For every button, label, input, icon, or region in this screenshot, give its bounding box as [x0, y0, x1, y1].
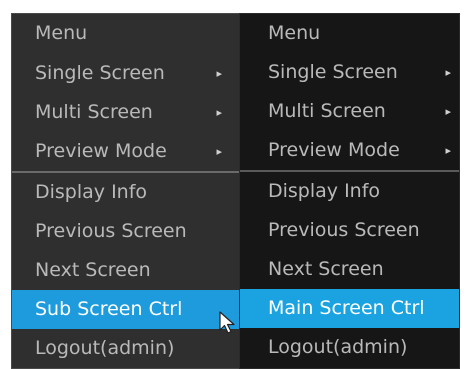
menu-item-multi-screen[interactable]: Multi Screen ▸ [12, 93, 240, 132]
menu-item-label: Preview Mode [35, 140, 167, 162]
menu-item-main-screen-ctrl[interactable]: Main Screen Ctrl [240, 289, 459, 328]
menu-item-label: Main Screen Ctrl [268, 297, 425, 319]
menu-item-label: Multi Screen [35, 101, 153, 123]
menu-item-label: Display Info [35, 181, 148, 203]
submenu-arrow-icon: ▸ [445, 66, 451, 79]
menu-item-label: Sub Screen Ctrl [35, 298, 183, 320]
menu-item-display-info[interactable]: Display Info [12, 173, 240, 212]
menu-item-multi-screen[interactable]: Multi Screen ▸ [240, 92, 459, 131]
menu-item-label: Next Screen [268, 258, 384, 280]
menu-item-label: Preview Mode [268, 139, 400, 161]
menu-item-sub-screen-ctrl[interactable]: Sub Screen Ctrl [12, 290, 240, 329]
menu-item-menu[interactable]: Menu [12, 14, 240, 54]
menu-item-label: Logout(admin) [268, 336, 408, 358]
menu-item-single-screen[interactable]: Single Screen ▸ [12, 54, 240, 93]
menu-item-next-screen[interactable]: Next Screen [240, 250, 459, 289]
menu-item-logout[interactable]: Logout(admin) [240, 328, 459, 367]
menu-item-single-screen[interactable]: Single Screen ▸ [240, 53, 459, 92]
menu-item-label: Next Screen [35, 259, 151, 281]
menu-item-menu[interactable]: Menu [240, 14, 459, 53]
mouse-pointer-icon [219, 311, 235, 334]
left-context-menu: Menu Single Screen ▸ Multi Screen ▸ Prev… [11, 13, 241, 369]
menu-item-label: Menu [35, 22, 88, 44]
submenu-arrow-icon: ▸ [216, 106, 222, 119]
menu-item-label: Single Screen [35, 62, 165, 84]
menu-item-label: Logout(admin) [35, 337, 175, 359]
menu-item-previous-screen[interactable]: Previous Screen [12, 212, 240, 251]
menu-item-label: Single Screen [268, 61, 398, 83]
menu-item-label: Display Info [268, 180, 381, 202]
menu-item-label: Previous Screen [268, 219, 420, 241]
menu-item-label: Previous Screen [35, 220, 187, 242]
menu-item-label: Multi Screen [268, 100, 386, 122]
menu-item-logout[interactable]: Logout(admin) [12, 329, 240, 368]
submenu-arrow-icon: ▸ [445, 105, 451, 118]
menu-item-display-info[interactable]: Display Info [240, 172, 459, 211]
menu-item-preview-mode[interactable]: Preview Mode ▸ [240, 131, 459, 170]
right-context-menu: Menu Single Screen ▸ Multi Screen ▸ Prev… [239, 13, 460, 369]
menu-item-label: Menu [268, 22, 321, 44]
submenu-arrow-icon: ▸ [445, 144, 451, 157]
submenu-arrow-icon: ▸ [216, 67, 222, 80]
submenu-arrow-icon: ▸ [216, 145, 222, 158]
menu-item-next-screen[interactable]: Next Screen [12, 251, 240, 290]
menu-item-preview-mode[interactable]: Preview Mode ▸ [12, 132, 240, 171]
menu-item-previous-screen[interactable]: Previous Screen [240, 211, 459, 250]
